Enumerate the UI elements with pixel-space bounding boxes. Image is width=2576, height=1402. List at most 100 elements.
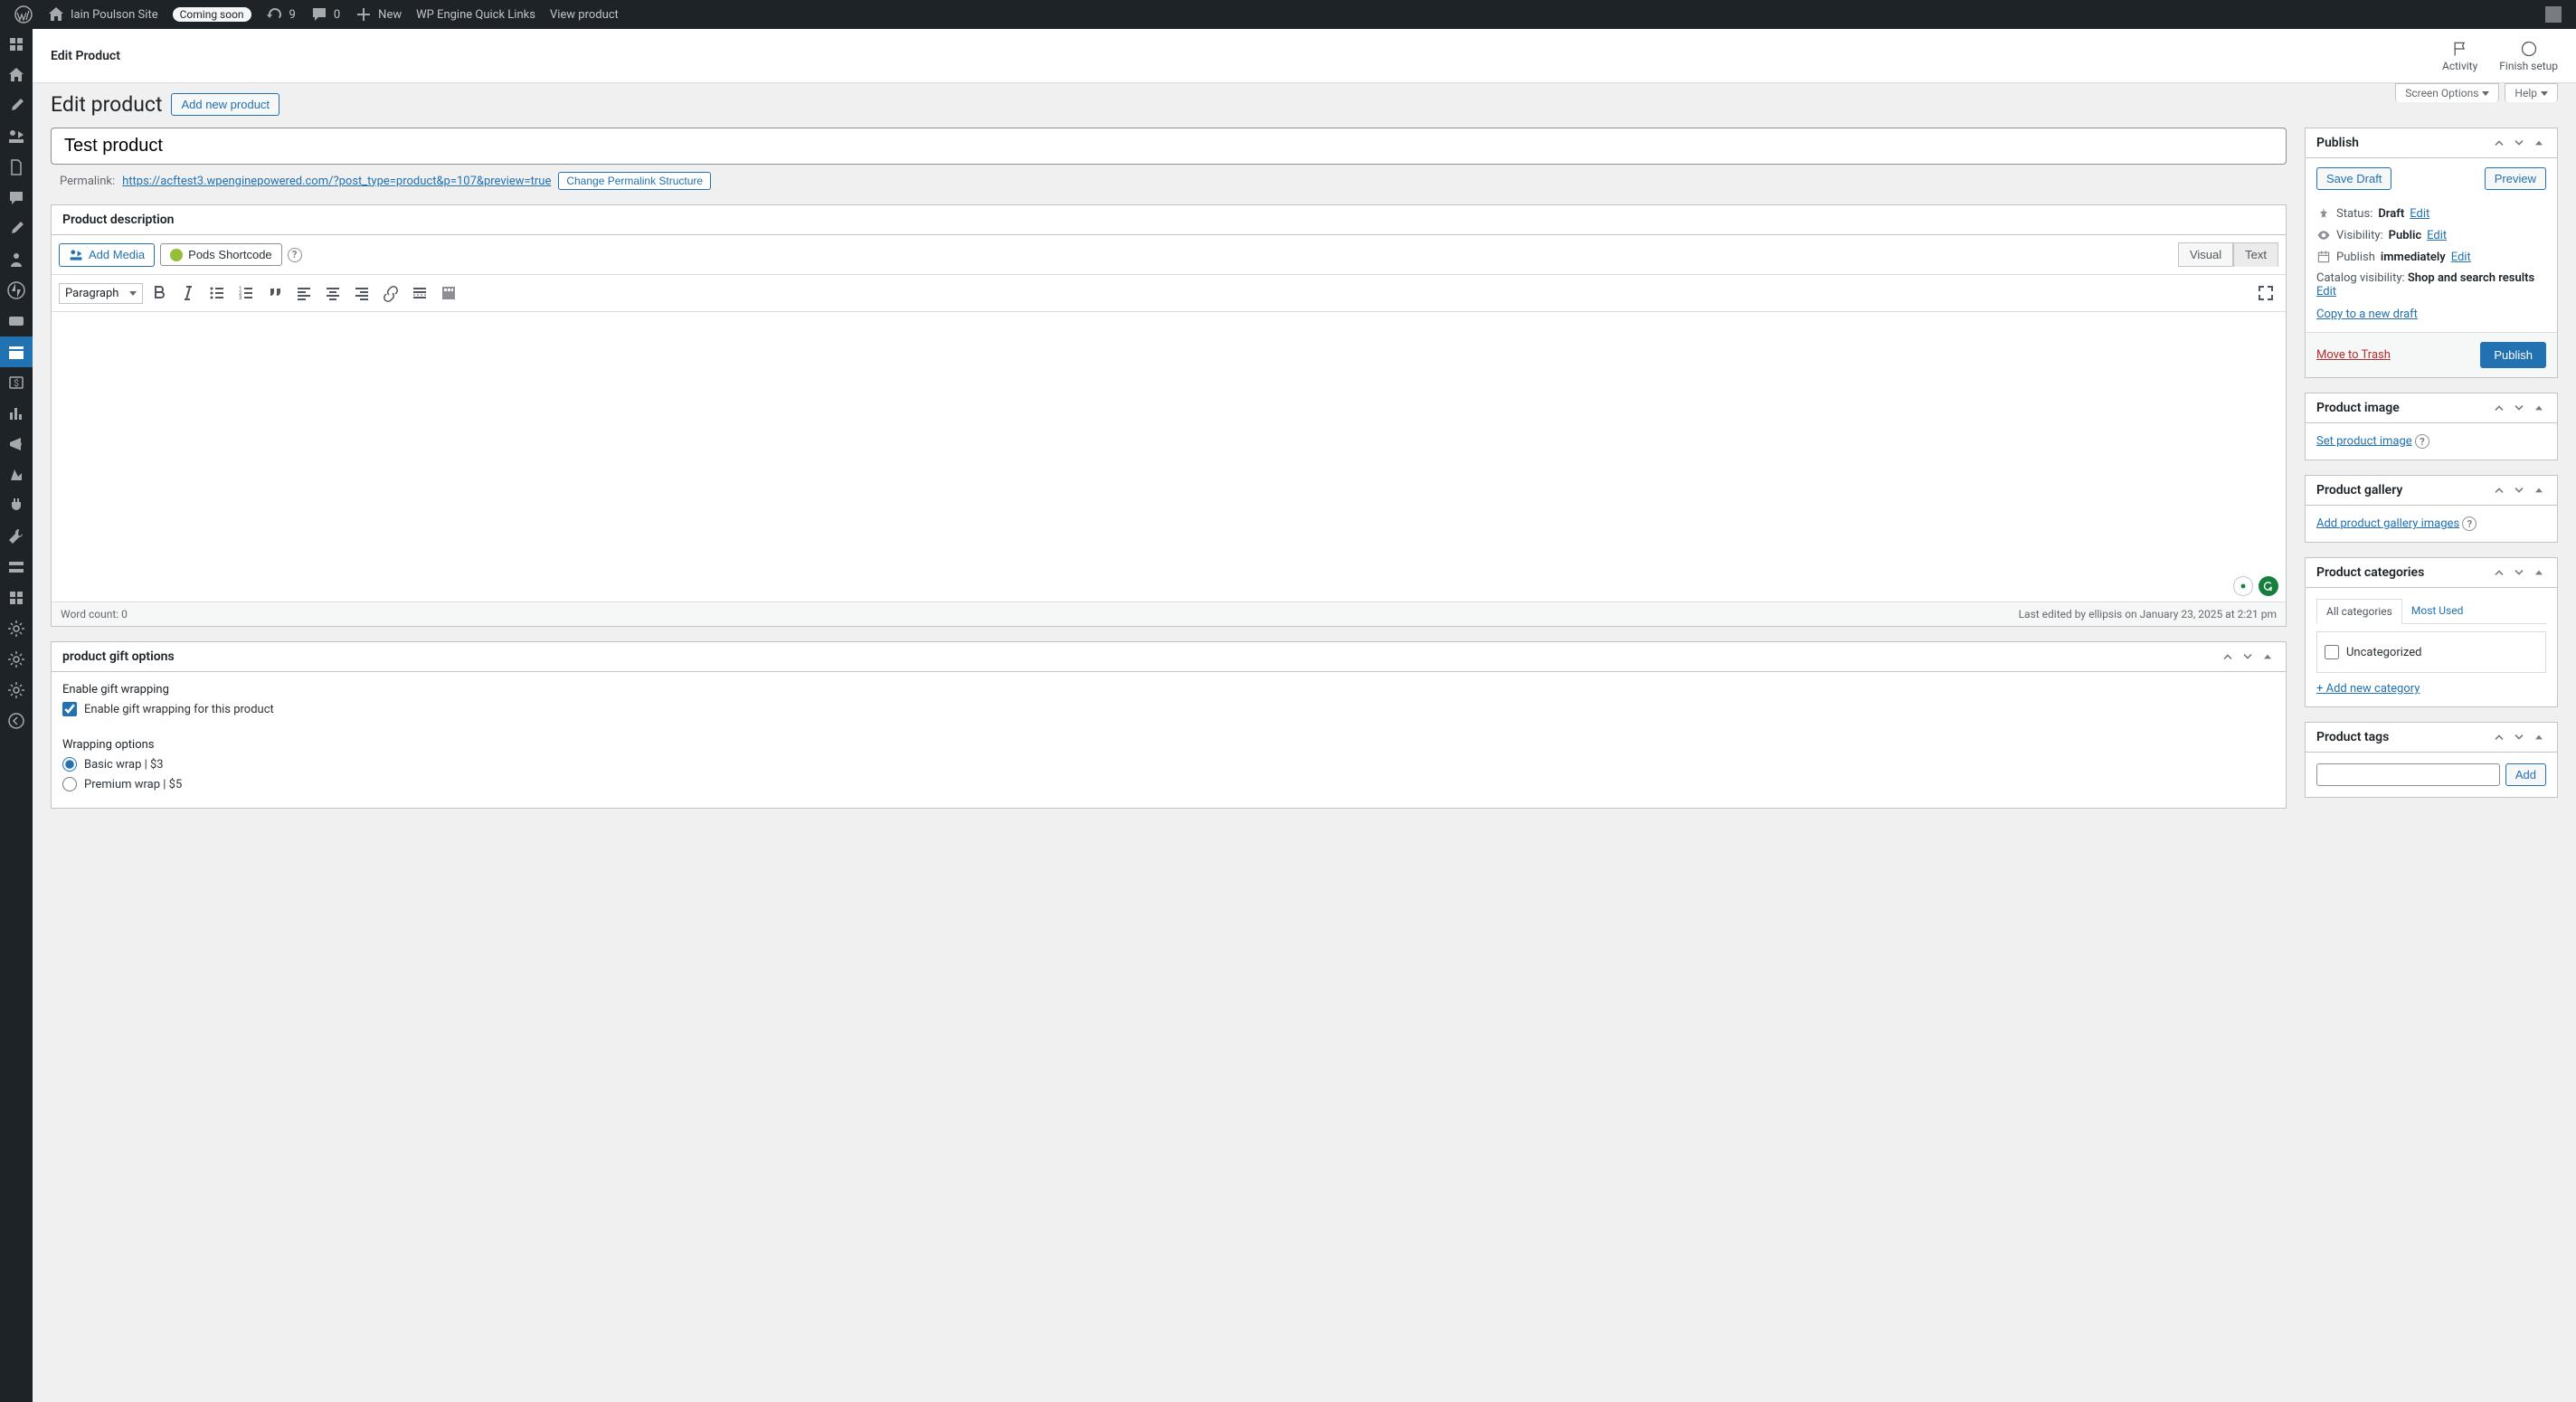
nav-comments[interactable] <box>0 183 33 213</box>
more-button[interactable] <box>407 280 432 306</box>
chevron-up-icon[interactable] <box>2492 401 2506 415</box>
yoast-icon[interactable] <box>2233 576 2253 596</box>
set-product-image-link[interactable]: Set product image <box>2316 434 2412 448</box>
nav-analytics[interactable] <box>0 398 33 429</box>
most-used-tab[interactable]: Most Used <box>2402 599 2473 623</box>
category-uncategorized[interactable]: Uncategorized <box>2325 645 2538 659</box>
italic-button[interactable] <box>175 280 201 306</box>
chevron-down-icon[interactable] <box>2512 565 2526 580</box>
chevron-up-icon[interactable] <box>2492 565 2506 580</box>
nav-home[interactable] <box>0 60 33 90</box>
chevron-down-icon[interactable] <box>2512 483 2526 497</box>
chevron-down-icon[interactable] <box>2512 401 2526 415</box>
caret-up-icon[interactable] <box>2532 565 2546 580</box>
nav-settings2[interactable] <box>0 644 33 675</box>
wrap-option-basic[interactable]: Basic wrap | $3 <box>62 757 2275 772</box>
grammarly-icon[interactable] <box>2259 576 2278 596</box>
site-link[interactable]: Iain Poulson Site <box>40 0 166 29</box>
chevron-up-icon[interactable] <box>2492 136 2506 150</box>
nav-settings3[interactable] <box>0 675 33 706</box>
add-media-button[interactable]: Add Media <box>59 243 155 267</box>
activity-button[interactable]: Activity <box>2442 40 2477 72</box>
help-icon[interactable]: ? <box>2415 434 2429 449</box>
visual-tab[interactable]: Visual <box>2178 242 2233 267</box>
chevron-up-icon[interactable] <box>2221 649 2235 664</box>
coming-soon-badge[interactable]: Coming soon <box>166 0 259 29</box>
nav-cpt[interactable] <box>0 583 33 613</box>
chevron-down-icon[interactable] <box>2512 730 2526 744</box>
nav-pages[interactable] <box>0 152 33 183</box>
caret-up-icon[interactable] <box>2260 649 2275 664</box>
number-list-button[interactable]: 123 <box>233 280 259 306</box>
enable-gift-checkbox-row[interactable]: Enable gift wrapping for this product <box>62 702 2275 716</box>
updates-link[interactable]: 9 <box>259 0 303 29</box>
nav-jetpack[interactable] <box>0 275 33 306</box>
category-checkbox[interactable] <box>2325 645 2339 659</box>
bullet-list-button[interactable] <box>204 280 230 306</box>
nav-media[interactable] <box>0 121 33 152</box>
chevron-up-icon[interactable] <box>2492 483 2506 497</box>
link-button[interactable] <box>378 280 403 306</box>
enable-gift-checkbox[interactable] <box>62 702 77 716</box>
edit-catalog-link[interactable]: Edit <box>2316 285 2336 298</box>
chevron-down-icon[interactable] <box>2240 649 2255 664</box>
tag-input[interactable] <box>2316 763 2500 786</box>
add-tag-button[interactable]: Add <box>2505 763 2546 786</box>
wrap-option-premium[interactable]: Premium wrap | $5 <box>62 777 2275 791</box>
format-select[interactable]: Paragraph <box>59 283 143 304</box>
wp-logo[interactable] <box>7 0 40 29</box>
edit-status-link[interactable]: Edit <box>2410 207 2429 221</box>
align-right-button[interactable] <box>349 280 374 306</box>
user-menu[interactable] <box>2538 0 2569 29</box>
all-categories-tab[interactable]: All categories <box>2316 599 2402 624</box>
finish-setup-button[interactable]: Finish setup <box>2499 40 2558 72</box>
permalink-url[interactable]: https://acftest3.wpenginepowered.com/?po… <box>122 175 551 188</box>
chevron-up-icon[interactable] <box>2492 730 2506 744</box>
nav-custom1[interactable] <box>0 213 33 244</box>
quote-button[interactable] <box>262 280 288 306</box>
wrap-radio-basic[interactable] <box>62 757 77 772</box>
align-left-button[interactable] <box>291 280 317 306</box>
edit-date-link[interactable]: Edit <box>2451 251 2471 264</box>
nav-settings1[interactable] <box>0 613 33 644</box>
help-icon[interactable]: ? <box>2462 516 2477 531</box>
nav-products[interactable] <box>0 336 33 367</box>
nav-collapse[interactable] <box>0 706 33 736</box>
move-trash-link[interactable]: Move to Trash <box>2316 348 2391 362</box>
editor-content[interactable] <box>52 312 2286 602</box>
change-permalink-button[interactable]: Change Permalink Structure <box>558 172 711 190</box>
help-icon[interactable]: ? <box>288 248 302 262</box>
nav-marketing[interactable] <box>0 429 33 459</box>
comments-link[interactable]: 0 <box>303 0 347 29</box>
nav-tools[interactable] <box>0 521 33 552</box>
nav-payments[interactable]: $ <box>0 367 33 398</box>
preview-button[interactable]: Preview <box>2485 167 2546 190</box>
add-new-product-button[interactable]: Add new product <box>171 93 279 116</box>
product-title-input[interactable] <box>51 128 2287 165</box>
nav-plugins[interactable] <box>0 490 33 521</box>
add-category-link[interactable]: + Add new category <box>2316 682 2420 696</box>
new-link[interactable]: New <box>347 0 409 29</box>
view-product-link[interactable]: View product <box>543 0 626 29</box>
wrap-radio-premium[interactable] <box>62 777 77 791</box>
caret-up-icon[interactable] <box>2532 401 2546 415</box>
toolbar-toggle-button[interactable] <box>436 280 461 306</box>
copy-draft-link[interactable]: Copy to a new draft <box>2316 308 2418 321</box>
wpengine-link[interactable]: WP Engine Quick Links <box>409 0 543 29</box>
add-gallery-link[interactable]: Add product gallery images <box>2316 516 2459 530</box>
save-draft-button[interactable]: Save Draft <box>2316 167 2391 190</box>
nav-acf[interactable] <box>0 552 33 583</box>
fullscreen-button[interactable] <box>2253 280 2278 306</box>
edit-visibility-link[interactable]: Edit <box>2427 229 2447 242</box>
caret-up-icon[interactable] <box>2532 730 2546 744</box>
text-tab[interactable]: Text <box>2233 242 2278 267</box>
nav-posts[interactable] <box>0 90 33 121</box>
bold-button[interactable] <box>147 280 172 306</box>
chevron-down-icon[interactable] <box>2512 136 2526 150</box>
caret-up-icon[interactable] <box>2532 483 2546 497</box>
screen-options-tab[interactable]: Screen Options <box>2395 83 2499 102</box>
nav-appearance[interactable] <box>0 459 33 490</box>
help-tab[interactable]: Help <box>2505 83 2558 102</box>
caret-up-icon[interactable] <box>2532 136 2546 150</box>
align-center-button[interactable] <box>320 280 346 306</box>
